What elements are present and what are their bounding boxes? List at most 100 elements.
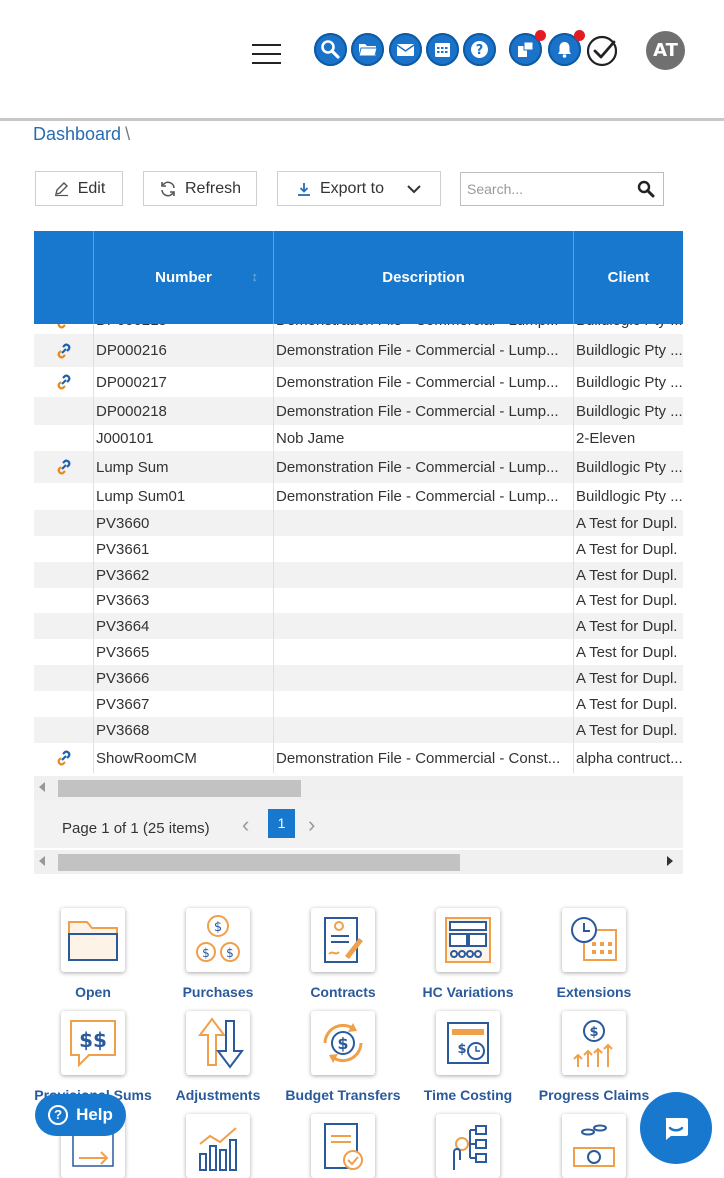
tile-label: Purchases: [182, 984, 254, 1000]
description-cell: Demonstration File - Commercial - Lump..…: [274, 334, 574, 367]
breadcrumb: Dashboard \: [33, 124, 130, 145]
tasks-icon[interactable]: [509, 30, 546, 66]
description-cell: Demonstration File - Commercial - Lump..…: [274, 451, 574, 483]
tile-label: Contracts: [310, 984, 376, 1000]
breadcrumb-dashboard-link[interactable]: Dashboard: [33, 124, 121, 144]
page-1-button[interactable]: 1: [268, 809, 295, 838]
scrollbar-thumb[interactable]: [58, 854, 460, 871]
table-row[interactable]: J000101 Nob Jame 2-Eleven: [34, 425, 683, 451]
search-icon[interactable]: [637, 180, 655, 198]
description-cell: [274, 562, 574, 588]
table-row[interactable]: ShowRoomCM Demonstration File - Commercia…: [34, 743, 683, 773]
page-horizontal-scrollbar[interactable]: [34, 850, 683, 874]
check-icon[interactable]: [585, 33, 620, 68]
table-row[interactable]: Lump Sum Demonstration File - Commercial …: [34, 451, 683, 483]
link-cell: [34, 665, 94, 691]
jobs-grid: Number ↕ Description Client DP000215 Dem…: [34, 231, 683, 774]
table-row[interactable]: PV3663 A Test for Dupl.: [34, 588, 683, 613]
link-icon[interactable]: [54, 748, 74, 768]
help-button[interactable]: ? Help: [35, 1094, 126, 1136]
table-row[interactable]: PV3662 A Test for Dupl.: [34, 562, 683, 588]
table-row[interactable]: PV3660 A Test for Dupl.: [34, 510, 683, 536]
sort-icon[interactable]: ↕: [252, 269, 259, 284]
export-dropdown[interactable]: Export to: [277, 171, 441, 206]
svg-text:$: $: [226, 946, 234, 960]
download-icon: [297, 182, 310, 196]
link-icon[interactable]: [54, 341, 74, 361]
search-box: [460, 172, 664, 206]
description-cell: Demonstration File - Commercial - Lump..…: [274, 367, 574, 397]
header-client[interactable]: Client: [574, 231, 683, 324]
contract-icon: [324, 917, 363, 963]
grid-horizontal-scrollbar[interactable]: [34, 776, 683, 800]
next-page-icon[interactable]: ›: [308, 812, 315, 838]
description-cell: [274, 536, 574, 562]
description-cell: [274, 510, 574, 536]
tile-hc-variations[interactable]: HC Variations: [408, 908, 528, 1000]
tile-label: Open: [75, 984, 111, 1000]
table-row[interactable]: DP000216 Demonstration File - Commercial …: [34, 334, 683, 367]
table-row[interactable]: PV3664 A Test for Dupl.: [34, 613, 683, 639]
client-cell: A Test for Dupl.: [576, 592, 678, 609]
tile-label: Budget Transfers: [285, 1087, 401, 1103]
table-row[interactable]: PV3665 A Test for Dupl.: [34, 639, 683, 665]
menu-icon[interactable]: [252, 43, 282, 65]
tile-adjustments[interactable]: Adjustments: [158, 1011, 278, 1103]
table-row[interactable]: PV3668 A Test for Dupl.: [34, 717, 683, 743]
tile-progress-claims[interactable]: $ Progress Claims: [534, 1011, 654, 1103]
table-row[interactable]: PV3667 A Test for Dupl.: [34, 691, 683, 717]
table-row[interactable]: PV3666 A Test for Dupl.: [34, 665, 683, 691]
link-cell: [34, 743, 94, 773]
calendar-icon[interactable]: [426, 33, 459, 66]
tile-provisional-sums[interactable]: $$ Provisional Sums: [33, 1011, 153, 1103]
bell-icon[interactable]: [548, 30, 585, 66]
table-row[interactable]: DP000217 Demonstration File - Commercial …: [34, 367, 683, 397]
search-input[interactable]: [465, 173, 629, 205]
client-cell: A Test for Dupl.: [576, 643, 678, 661]
link-icon[interactable]: [54, 457, 74, 477]
tile-extensions[interactable]: Extensions: [534, 908, 654, 1000]
chat-button[interactable]: [640, 1092, 712, 1164]
tile-time-costing[interactable]: $ Time Costing: [408, 1011, 528, 1103]
scrollbar-thumb[interactable]: [58, 780, 301, 797]
mail-icon[interactable]: [389, 33, 422, 66]
link-cell: [34, 613, 94, 639]
tile-contracts[interactable]: Contracts: [283, 908, 403, 1000]
tile-partial[interactable]: [158, 1114, 278, 1178]
edit-button[interactable]: Edit: [35, 171, 123, 206]
refresh-icon: [161, 181, 175, 196]
description-cell: Demonstration File - Commercial - Lump..…: [274, 483, 574, 510]
link-cell: [34, 483, 94, 510]
tile-open[interactable]: Open: [33, 908, 153, 1000]
header-number[interactable]: Number ↕: [94, 231, 274, 324]
tile-purchases[interactable]: $ $ $ Purchases: [158, 908, 278, 1000]
grid-body: DP000215 Demonstration File - Commercial…: [34, 307, 683, 773]
folder-icon[interactable]: [351, 33, 384, 66]
table-row[interactable]: Lump Sum01 Demonstration File - Commercia…: [34, 483, 683, 510]
header-number-label: Number: [155, 269, 212, 286]
avatar[interactable]: AT: [646, 31, 685, 70]
svg-text:?: ?: [476, 43, 484, 58]
help-icon[interactable]: ?: [463, 33, 496, 66]
tile-partial[interactable]: [408, 1114, 528, 1178]
pager: Page 1 of 1 (25 items) ‹ 1 ›: [34, 800, 683, 848]
table-row[interactable]: DP000218 Demonstration File - Commercial …: [34, 397, 683, 425]
prev-page-icon[interactable]: ‹: [242, 812, 249, 838]
help-label: Help: [76, 1105, 113, 1124]
client-cell: A Test for Dupl.: [576, 514, 678, 532]
tile-partial[interactable]: [283, 1114, 403, 1178]
document-check-icon: [324, 1123, 363, 1170]
table-row[interactable]: PV3661 A Test for Dupl.: [34, 536, 683, 562]
client-cell: A Test for Dupl.: [576, 617, 678, 635]
refresh-button[interactable]: Refresh: [143, 171, 257, 206]
search-icon[interactable]: [314, 33, 347, 66]
header-client-label: Client: [607, 269, 650, 286]
header-description[interactable]: Description: [274, 231, 574, 324]
scroll-left-icon[interactable]: [39, 856, 45, 866]
tile-budget-transfers[interactable]: $ Budget Transfers: [283, 1011, 403, 1103]
scroll-left-icon[interactable]: [39, 782, 45, 792]
tile-label: Extensions: [556, 984, 632, 1000]
tile-partial[interactable]: [534, 1114, 654, 1178]
link-icon[interactable]: [54, 372, 74, 392]
scroll-right-icon[interactable]: [667, 856, 673, 866]
